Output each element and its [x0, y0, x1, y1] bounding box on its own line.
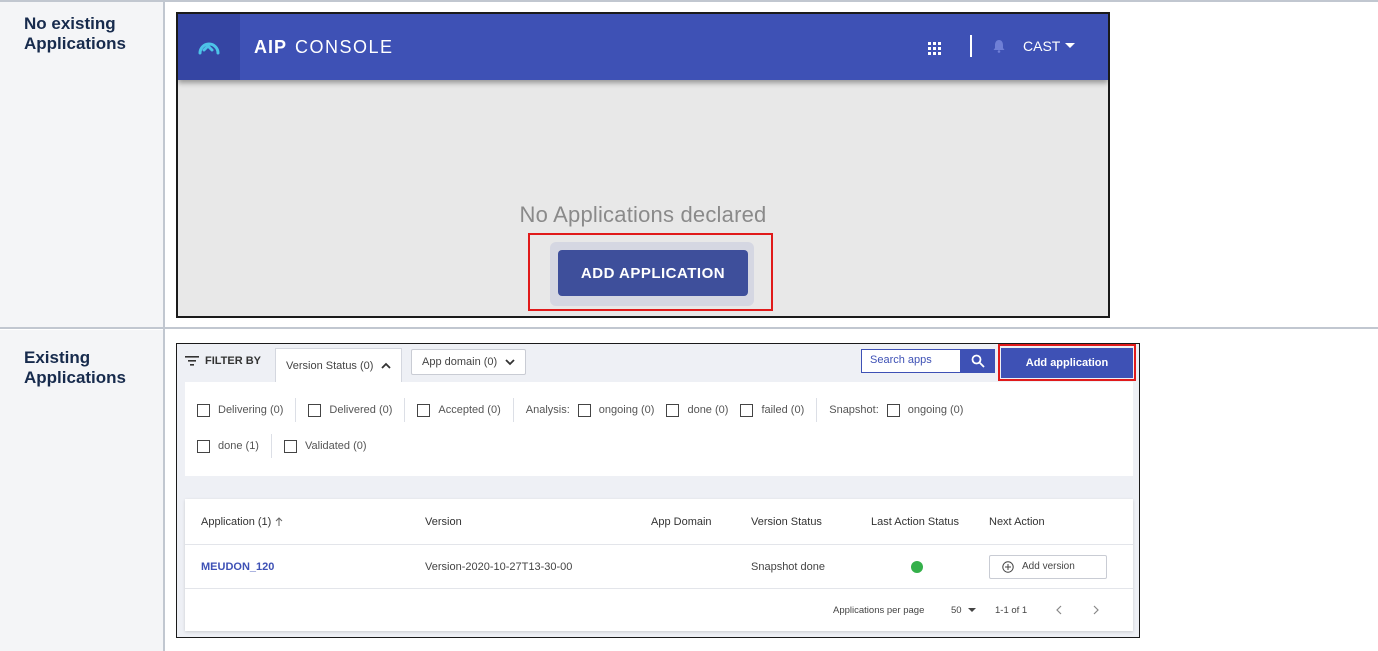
checkbox[interactable]: [197, 403, 210, 417]
chevron-right-icon: [1093, 605, 1099, 615]
application-name-link[interactable]: MEUDON_120: [201, 545, 274, 588]
filter-icon: [185, 356, 199, 366]
checkbox[interactable]: [666, 403, 680, 417]
chevron-down-icon: [505, 358, 515, 365]
column-header-app-domain: App Domain: [651, 515, 712, 528]
sort-arrow-up-icon: [275, 516, 283, 526]
search-placeholder: Search apps: [870, 354, 932, 366]
per-page-select[interactable]: 50: [951, 589, 976, 631]
column-header-next-action: Next Action: [989, 515, 1045, 528]
next-page-button[interactable]: [1093, 589, 1100, 631]
filter-label: Delivering (0): [218, 404, 284, 416]
empty-state-message: No Applications declared: [519, 202, 767, 227]
filter-label: ongoing (0): [598, 404, 655, 416]
highlight-box-add-application: [998, 344, 1136, 381]
checkbox[interactable]: [577, 403, 591, 417]
next-action-cell: Add version: [989, 545, 1107, 588]
search-input[interactable]: Search apps: [861, 349, 961, 373]
column-header-application[interactable]: Application (1): [201, 499, 283, 544]
checkbox[interactable]: [308, 403, 322, 417]
user-menu[interactable]: CAST: [1023, 38, 1076, 54]
checkbox[interactable]: [283, 439, 297, 453]
plus-circle-icon: [1002, 560, 1014, 573]
filter-label: Validated (0): [304, 440, 367, 452]
filter-by-button[interactable]: FILTER BY: [185, 355, 261, 367]
tab-version-status[interactable]: Version Status (0): [275, 348, 403, 382]
version-cell: Version-2020-10-27T13-30-00: [425, 560, 573, 573]
search-icon: [971, 354, 985, 368]
brand-bold: AIP: [254, 37, 288, 57]
filter-panel: Delivering (0) Delivered (0) Accepted (0…: [185, 382, 1133, 476]
apps-grid-icon[interactable]: [928, 42, 942, 56]
documentation-table: No existing Applications Existing Applic…: [0, 0, 1378, 651]
logo[interactable]: [178, 14, 240, 80]
filter-analysis-failed[interactable]: failed (0): [740, 398, 818, 422]
filter-label: ongoing (0): [907, 404, 964, 416]
column-label: Application (1): [201, 515, 272, 528]
app-title: AIP CONSOLE: [254, 37, 394, 58]
status-success-icon: [911, 560, 923, 573]
per-page-value: 50: [951, 604, 962, 616]
search-button[interactable]: [961, 349, 995, 373]
filter-validated[interactable]: Validated (0): [283, 434, 371, 458]
filter-snapshot-done[interactable]: done (1): [197, 434, 272, 458]
per-page-label: Applications per page: [833, 604, 925, 616]
chevron-up-icon: [381, 362, 392, 369]
chevron-down-icon: [967, 607, 976, 612]
table-pagination: Applications per page 50 1-1 of 1: [185, 589, 1133, 631]
bell-icon[interactable]: [993, 39, 1005, 53]
console-topbar: AIP CONSOLE CAST: [178, 14, 1108, 80]
filter-label: done (0): [687, 404, 729, 416]
filter-label: Delivered (0): [329, 404, 393, 416]
user-name: CAST: [1023, 38, 1061, 54]
add-version-label: Add version: [1022, 561, 1075, 572]
table-row[interactable]: MEUDON_120 Version-2020-10-27T13-30-00 S…: [185, 545, 1133, 589]
filter-snapshot-ongoing[interactable]: ongoing (0): [886, 398, 968, 422]
column-header-version: Version: [425, 515, 462, 528]
checkbox[interactable]: [886, 403, 900, 417]
filter-accepted[interactable]: Accepted (0): [417, 398, 514, 422]
filter-row-2: done (1) Validated (0): [197, 434, 379, 458]
checkbox[interactable]: [740, 403, 754, 417]
filter-bar: FILTER BY Version Status (0) App domain …: [177, 344, 1139, 382]
filter-delivered[interactable]: Delivered (0): [308, 398, 406, 422]
analysis-group-label: Analysis:: [525, 404, 570, 416]
filter-label: failed (0): [761, 404, 805, 416]
tab-app-domain[interactable]: App domain (0): [411, 349, 527, 375]
tab-app-domain-label: App domain (0): [422, 356, 498, 368]
brand-light: CONSOLE: [295, 37, 394, 57]
row-label-no-existing: No existing Applications: [24, 14, 127, 53]
add-version-button[interactable]: Add version: [989, 554, 1107, 579]
chevron-down-icon: [1065, 43, 1076, 48]
last-action-status-cell: [911, 545, 923, 588]
applications-list-screenshot: FILTER BY Version Status (0) App domain …: [176, 343, 1140, 638]
topbar-divider: [970, 35, 972, 57]
column-header-last-action-status: Last Action Status: [871, 515, 960, 528]
filter-analysis-ongoing[interactable]: ongoing (0): [577, 398, 659, 422]
table-header: Application (1) Version App Domain Versi…: [185, 499, 1133, 545]
column-header-version-status: Version Status: [751, 515, 822, 528]
checkbox[interactable]: [197, 439, 210, 453]
filter-label: Accepted (0): [438, 404, 501, 416]
filter-row-1: Delivering (0) Delivered (0) Accepted (0…: [197, 398, 975, 422]
version-status-cell: Snapshot done: [751, 560, 826, 573]
previous-page-button[interactable]: [1055, 589, 1062, 631]
tab-version-status-label: Version Status (0): [286, 359, 374, 372]
checkbox[interactable]: [417, 403, 431, 417]
filter-analysis-done[interactable]: done (0): [666, 398, 732, 422]
snapshot-group-label: Snapshot:: [829, 404, 879, 416]
applications-table: Application (1) Version App Domain Versi…: [185, 499, 1133, 631]
chevron-left-icon: [1056, 605, 1062, 615]
filter-by-label: FILTER BY: [205, 355, 262, 367]
row-label-existing: Existing Applications: [24, 348, 127, 387]
pagination-range: 1-1 of 1: [995, 604, 1028, 616]
filter-delivering[interactable]: Delivering (0): [197, 398, 297, 422]
table-divider-middle: [0, 327, 1378, 329]
highlight-box-add-application: [528, 233, 773, 311]
table-column-divider: [163, 0, 165, 651]
logo-icon: [198, 42, 220, 55]
filter-label: done (1): [218, 440, 259, 452]
table-divider-top: [0, 0, 1378, 2]
